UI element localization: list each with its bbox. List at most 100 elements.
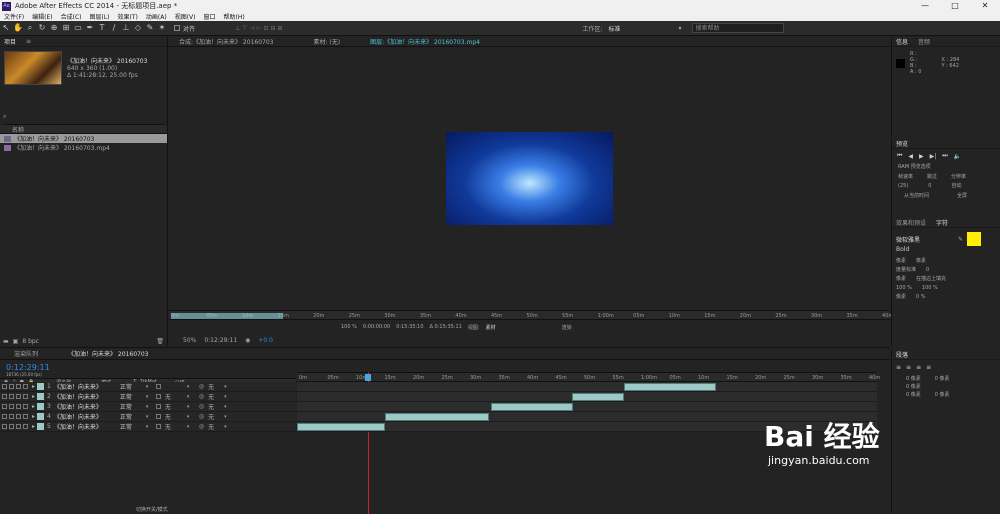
tsume-field[interactable]: 0 % bbox=[916, 293, 926, 302]
in-point[interactable]: 0:00:00:00 bbox=[363, 324, 390, 330]
preserve-transparency[interactable] bbox=[155, 404, 161, 409]
first-line-field[interactable]: 0 像素 bbox=[906, 383, 921, 391]
parent-select[interactable]: 无 bbox=[208, 422, 224, 431]
list-item[interactable]: 《加油！向未来》 20160703 bbox=[0, 134, 167, 143]
space-after-field[interactable]: 0 像素 bbox=[935, 391, 950, 399]
font-size-field[interactable]: 像素 bbox=[896, 257, 906, 266]
pickwhip-icon[interactable]: ◎ bbox=[199, 423, 204, 430]
tab-character[interactable]: 字符 bbox=[936, 218, 948, 227]
stroke-width-field[interactable]: 像素 bbox=[896, 275, 906, 284]
audio-toggle[interactable] bbox=[9, 404, 14, 409]
parent-select[interactable]: 无 bbox=[208, 392, 224, 401]
timeline-timecode[interactable]: 0:12:29:11 bbox=[6, 363, 884, 372]
menu-item[interactable]: 动画(A) bbox=[142, 12, 171, 21]
expand-icon[interactable]: ▸ bbox=[32, 403, 35, 410]
playhead-handle[interactable] bbox=[365, 374, 371, 381]
folder-icon[interactable]: ▬ bbox=[3, 338, 9, 345]
close-button[interactable]: ✕ bbox=[970, 0, 1000, 12]
layer-name[interactable]: 《加油！向未来》 bbox=[54, 402, 116, 411]
fullscreen-checkbox[interactable]: 全屏 bbox=[957, 192, 967, 199]
chevron-down-icon[interactable]: ▾ bbox=[146, 413, 154, 421]
project-search[interactable]: ⌕ bbox=[3, 109, 164, 125]
hand-tool-icon[interactable]: ✋ bbox=[13, 23, 23, 33]
chevron-down-icon[interactable]: ▾ bbox=[678, 25, 681, 32]
tab-footage[interactable]: 素材: (无) bbox=[313, 37, 340, 46]
selection-tool-icon[interactable]: ↖ bbox=[1, 23, 11, 33]
font-style-select[interactable]: Bold bbox=[892, 246, 1000, 253]
tab-render-queue[interactable]: 渲染队列 bbox=[14, 349, 38, 358]
ram-preview-label[interactable]: RAM 预览选项 bbox=[892, 163, 1000, 170]
layer-duration-bar[interactable] bbox=[385, 413, 489, 421]
table-row[interactable]: ▸ 2 《加油！向未来》 正常 ▾ 无 ▾ ◎ 无 ▾ bbox=[0, 392, 296, 402]
vscale-field[interactable]: 100 % bbox=[896, 284, 912, 293]
indent-right-field[interactable]: 0 像素 bbox=[935, 375, 950, 383]
menu-item[interactable]: 合成(C) bbox=[57, 12, 86, 21]
preserve-transparency[interactable] bbox=[155, 424, 161, 429]
type-tool-icon[interactable]: T bbox=[97, 23, 107, 33]
tab-paragraph[interactable]: 段落 bbox=[896, 350, 908, 359]
first-frame-icon[interactable]: ⏮ bbox=[897, 152, 902, 160]
parent-select[interactable]: 无 bbox=[208, 402, 224, 411]
space-before-field[interactable]: 0 像素 bbox=[906, 391, 921, 399]
layer-name[interactable]: 《加油！向未来》 bbox=[54, 382, 116, 391]
chevron-down-icon[interactable]: ▾ bbox=[224, 383, 232, 391]
puppet-tool-icon[interactable]: ✶ bbox=[157, 23, 167, 33]
menu-item[interactable]: 图层(L) bbox=[86, 12, 114, 21]
chevron-down-icon[interactable]: ▾ bbox=[187, 423, 195, 431]
list-item[interactable]: 《加油！向未来》 20160703.mp4 bbox=[0, 143, 167, 152]
trkmat-select[interactable]: 无 bbox=[165, 392, 187, 401]
search-help-input[interactable]: 搜索帮助 bbox=[691, 23, 784, 33]
chevron-down-icon[interactable]: ▾ bbox=[187, 383, 195, 391]
lock-toggle[interactable] bbox=[23, 394, 28, 399]
pickwhip-icon[interactable]: ◎ bbox=[199, 403, 204, 410]
kerning-field[interactable]: 度量标准 bbox=[896, 266, 916, 275]
tab-timeline-comp[interactable]: 《加油！向未来》 20160703 bbox=[68, 349, 148, 358]
next-frame-icon[interactable]: ▶| bbox=[930, 153, 937, 160]
pan-behind-icon[interactable]: ⊞ bbox=[61, 23, 71, 33]
chevron-down-icon[interactable]: ▾ bbox=[146, 393, 154, 401]
chevron-down-icon[interactable]: ▾ bbox=[187, 393, 195, 401]
lock-toggle[interactable] bbox=[23, 404, 28, 409]
brush-tool-icon[interactable]: ∕ bbox=[109, 23, 119, 33]
expand-icon[interactable]: ▸ bbox=[32, 393, 35, 400]
prev-frame-icon[interactable]: ◀ bbox=[908, 153, 913, 160]
camera-tool-icon[interactable]: ⊕ bbox=[49, 23, 59, 33]
framerate-select[interactable]: (25) bbox=[898, 183, 908, 189]
hscale-field[interactable]: 100 % bbox=[922, 284, 938, 293]
fill-color-swatch[interactable] bbox=[967, 232, 982, 246]
label-color[interactable] bbox=[37, 393, 45, 400]
skip-select[interactable]: 0 bbox=[928, 183, 931, 189]
render-label[interactable]: 渲染 bbox=[562, 324, 572, 331]
preserve-transparency[interactable] bbox=[155, 394, 161, 399]
pickwhip-icon[interactable]: ◎ bbox=[199, 393, 204, 400]
tab-effects[interactable]: 效果和预设 bbox=[896, 218, 926, 227]
visibility-toggle[interactable] bbox=[2, 424, 7, 429]
label-color[interactable] bbox=[37, 383, 45, 390]
from-current-checkbox[interactable]: 从当前时间 bbox=[904, 192, 929, 199]
layer-duration-bar[interactable] bbox=[572, 393, 624, 401]
menu-item[interactable]: 视图(V) bbox=[171, 12, 200, 21]
magnification[interactable]: 50% bbox=[183, 337, 196, 344]
tracking-field[interactable]: 0 bbox=[926, 266, 929, 275]
align-icons[interactable]: ⊥ ⊤ ⊣ ⊢ ⊡ ⊟ ⊞ bbox=[235, 25, 282, 32]
resolution-select[interactable]: 自动 bbox=[951, 182, 961, 189]
preserve-transparency[interactable] bbox=[155, 414, 161, 419]
indent-left-field[interactable]: 0 像素 bbox=[906, 375, 921, 383]
audio-toggle[interactable] bbox=[9, 394, 14, 399]
tab-info[interactable]: 信息 bbox=[896, 37, 908, 46]
mode-select[interactable]: 正常 bbox=[120, 422, 146, 431]
chevron-down-icon[interactable]: ▾ bbox=[146, 403, 154, 411]
parent-select[interactable]: 无 bbox=[208, 412, 224, 421]
baseline-field[interactable]: 像素 bbox=[896, 293, 906, 302]
trkmat-select[interactable]: 无 bbox=[165, 402, 187, 411]
chevron-down-icon[interactable]: ▾ bbox=[146, 423, 154, 431]
zoom-tool-icon[interactable]: ⌕ bbox=[25, 23, 35, 33]
bpc-label[interactable]: 8 bpc bbox=[22, 338, 39, 345]
audio-icon[interactable]: 🔈 bbox=[954, 153, 961, 160]
table-row[interactable]: ▸ 3 《加油！向未来》 正常 ▾ 无 ▾ ◎ 无 ▾ bbox=[0, 402, 296, 412]
chevron-down-icon[interactable]: ▾ bbox=[224, 403, 232, 411]
trash-icon[interactable]: 🗑 bbox=[156, 338, 164, 345]
parent-select[interactable]: 无 bbox=[208, 382, 224, 391]
lock-toggle[interactable] bbox=[23, 424, 28, 429]
trkmat-select[interactable]: 无 bbox=[165, 412, 187, 421]
